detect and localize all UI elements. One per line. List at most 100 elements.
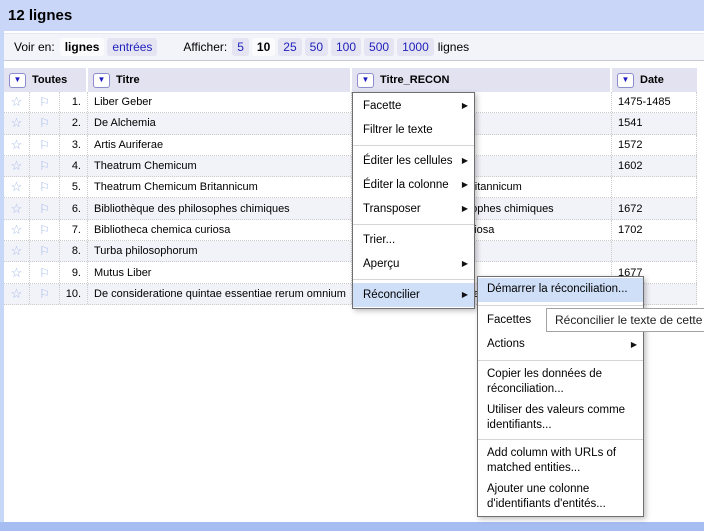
submenu-item[interactable]: Démarrer la réconciliation... ▶	[478, 278, 643, 302]
star-icon[interactable]: ☆	[4, 198, 30, 218]
view-mode-options: lignes entrées	[60, 38, 158, 56]
flag-icon[interactable]: ⚐	[30, 177, 60, 197]
menu-item-label: Aperçu	[363, 256, 458, 272]
menu-item[interactable]: Réconcilier ▶	[353, 283, 474, 307]
page-size-option[interactable]: 5	[232, 38, 249, 56]
star-icon[interactable]: ☆	[4, 177, 30, 197]
submenu-item[interactable]: Ajouter une colonne d'identifiants d'ent…	[478, 479, 643, 515]
table-row: ☆ ⚐ 8. Turba philosophorum Turba philoso…	[4, 241, 697, 262]
submenu-arrow-icon: ▶	[462, 177, 468, 193]
table-row: ☆ ⚐ 1. Liber Geber Liber Geber 1475-1485	[4, 92, 697, 113]
flag-icon[interactable]: ⚐	[30, 284, 60, 304]
submenu-item[interactable]: ▶	[478, 305, 643, 306]
menu-item[interactable]: Éditer les cellules ▶	[353, 149, 474, 173]
flag-icon[interactable]: ⚐	[30, 262, 60, 282]
menu-item[interactable]: Aperçu ▶	[353, 252, 474, 276]
table-body: ☆ ⚐ 1. Liber Geber Liber Geber 1475-1485…	[4, 92, 697, 305]
row-index: 3.	[60, 135, 88, 155]
menu-item[interactable]: Filtrer le texte ▶	[353, 118, 474, 142]
flag-icon[interactable]: ⚐	[30, 135, 60, 155]
menu-item[interactable]: Éditer la colonne ▶	[353, 173, 474, 197]
page-size-label: Afficher:	[183, 40, 227, 54]
submenu-item-label: Démarrer la réconciliation...	[487, 282, 627, 297]
column-label: Date	[640, 74, 664, 86]
cell-date[interactable]: 1572	[612, 135, 697, 155]
column-header-titre[interactable]: ▼ Titre	[88, 68, 352, 92]
page-size-option[interactable]: 50	[305, 38, 328, 56]
column-header-toutes[interactable]: ▼ Toutes	[4, 68, 88, 92]
submenu-item[interactable]: ▶	[478, 360, 643, 361]
submenu-item[interactable]: Add column with URLs of matched entities…	[478, 443, 643, 479]
cell-date[interactable]: 1602	[612, 156, 697, 176]
submenu-item[interactable]: Copier les données de réconciliation... …	[478, 364, 643, 400]
menu-item-label: Facette	[363, 98, 458, 114]
cell-date[interactable]: 1672	[612, 198, 697, 218]
cell-titre[interactable]: Turba philosophorum	[88, 241, 352, 261]
page-size-option[interactable]: 500	[364, 38, 394, 56]
tooltip: Réconcilier le texte de cette	[546, 308, 704, 332]
star-icon[interactable]: ☆	[4, 241, 30, 261]
row-count-header: 12 lignes	[0, 0, 704, 31]
star-icon[interactable]: ☆	[4, 156, 30, 176]
menu-item[interactable]: Trier... ▶	[353, 228, 474, 252]
column-menu-button-date[interactable]: ▼	[617, 73, 634, 88]
star-icon[interactable]: ☆	[4, 113, 30, 133]
menu-item[interactable]: ▶	[353, 224, 474, 225]
star-icon[interactable]: ☆	[4, 262, 30, 282]
flag-icon[interactable]: ⚐	[30, 92, 60, 112]
chevron-down-icon: ▼	[98, 76, 106, 84]
table-row: ☆ ⚐ 3. Artis Auriferae Artis Auriferae 1…	[4, 135, 697, 156]
cell-date[interactable]	[612, 241, 697, 261]
column-label: Titre_RECON	[380, 74, 449, 86]
cell-titre[interactable]: De consideratione quintae essentiae reru…	[88, 284, 352, 304]
column-header-titre-recon[interactable]: ▼ Titre_RECON	[352, 68, 612, 92]
flag-icon[interactable]: ⚐	[30, 156, 60, 176]
flag-icon[interactable]: ⚐	[30, 220, 60, 240]
cell-date[interactable]	[612, 177, 697, 197]
column-menu-button-titre[interactable]: ▼	[93, 73, 110, 88]
star-icon[interactable]: ☆	[4, 135, 30, 155]
row-index: 8.	[60, 241, 88, 261]
flag-icon[interactable]: ⚐	[30, 241, 60, 261]
page-size-option[interactable]: 100	[331, 38, 361, 56]
star-icon[interactable]: ☆	[4, 284, 30, 304]
table-row: ☆ ⚐ 5. Theatrum Chemicum Britannicum The…	[4, 177, 697, 198]
star-icon[interactable]: ☆	[4, 220, 30, 240]
menu-item[interactable]: Transposer ▶	[353, 197, 474, 221]
page-size-option[interactable]: 25	[278, 38, 301, 56]
menu-item[interactable]: ▶	[353, 145, 474, 146]
view-option[interactable]: lignes	[60, 38, 105, 56]
column-header-date[interactable]: ▼ Date	[612, 68, 697, 92]
submenu-item[interactable]: Actions ▶	[478, 333, 643, 357]
cell-date[interactable]: 1702	[612, 220, 697, 240]
submenu-arrow-icon: ▶	[462, 201, 468, 217]
column-menu-button-toutes[interactable]: ▼	[9, 73, 26, 88]
cell-titre[interactable]: Theatrum Chemicum	[88, 156, 352, 176]
column-menu-button-titre-recon[interactable]: ▼	[357, 73, 374, 88]
page-size-option[interactable]: 1000	[397, 38, 434, 56]
submenu-item[interactable]: ▶	[478, 439, 643, 440]
cell-titre[interactable]: Bibliothèque des philosophes chimiques	[88, 198, 352, 218]
submenu-item-label: Utiliser des valeurs comme identifiants.…	[487, 403, 627, 433]
cell-titre[interactable]: Theatrum Chemicum Britannicum	[88, 177, 352, 197]
cell-titre[interactable]: Liber Geber	[88, 92, 352, 112]
row-index: 2.	[60, 113, 88, 133]
submenu-item[interactable]: Utiliser des valeurs comme identifiants.…	[478, 400, 643, 436]
cell-date[interactable]: 1475-1485	[612, 92, 697, 112]
cell-titre[interactable]: Mutus Liber	[88, 262, 352, 282]
cell-titre[interactable]: Bibliotheca chemica curiosa	[88, 220, 352, 240]
flag-icon[interactable]: ⚐	[30, 198, 60, 218]
page-size-option[interactable]: 10	[252, 38, 275, 56]
view-option[interactable]: entrées	[107, 38, 157, 56]
star-icon[interactable]: ☆	[4, 92, 30, 112]
cell-titre[interactable]: De Alchemia	[88, 113, 352, 133]
cell-titre[interactable]: Artis Auriferae	[88, 135, 352, 155]
menu-item[interactable]: Facette ▶	[353, 94, 474, 118]
view-mode-label: Voir en:	[14, 40, 55, 54]
submenu-item-label: Actions	[487, 337, 627, 352]
flag-icon[interactable]: ⚐	[30, 113, 60, 133]
menu-item[interactable]: ▶	[353, 279, 474, 280]
table-row: ☆ ⚐ 6. Bibliothèque des philosophes chim…	[4, 198, 697, 219]
submenu-arrow-icon: ▶	[462, 98, 468, 114]
cell-date[interactable]: 1541	[612, 113, 697, 133]
